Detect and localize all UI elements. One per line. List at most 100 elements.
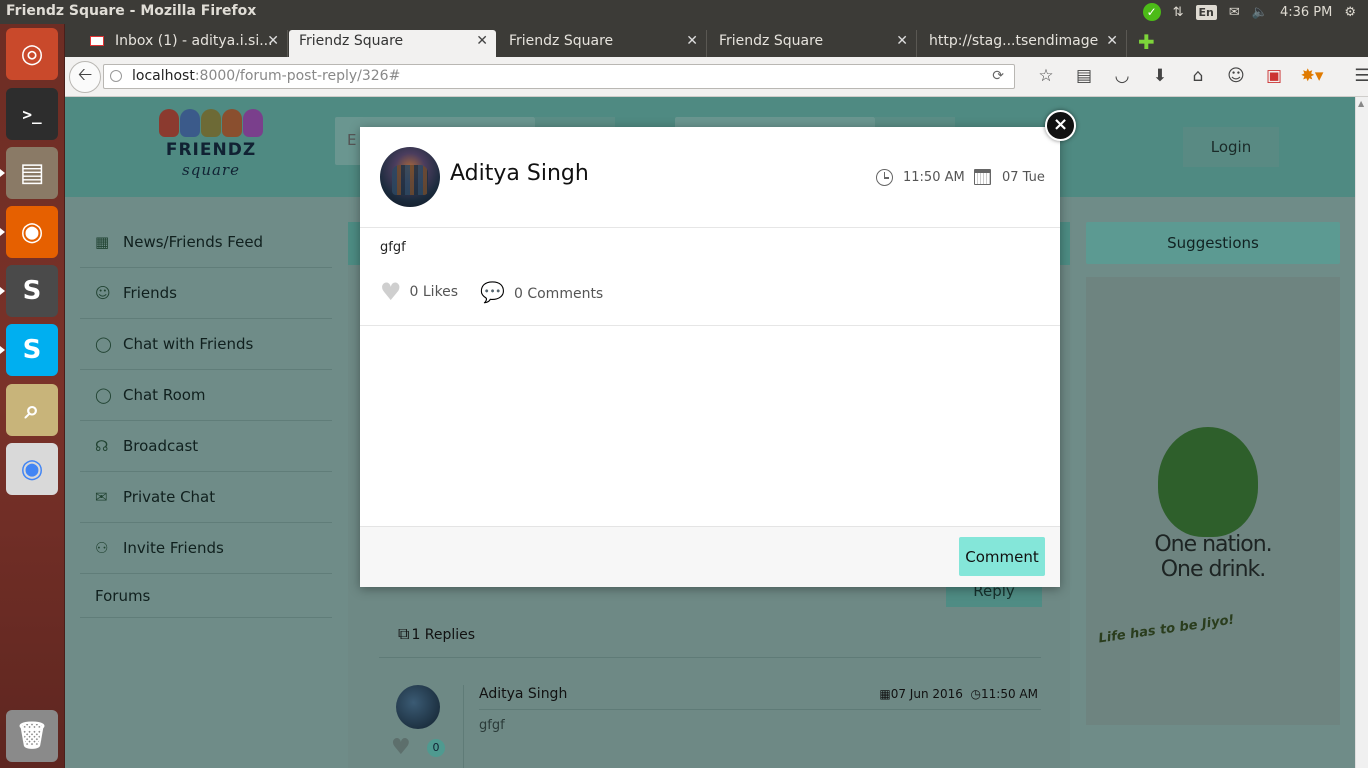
reply-like-heart-icon[interactable]: ♥ [391,735,411,760]
hamburger-menu-icon[interactable]: ☰ [1343,66,1368,86]
sidebar-item-label: News/Friends Feed [123,233,264,251]
skype-icon[interactable]: S [0,324,58,376]
tab-label: Friendz Square [719,33,824,49]
reply-author-avatar[interactable] [396,685,440,729]
advertisement[interactable]: One nation. One drink. Life has to be Jiy… [1086,277,1340,725]
ad-headline: One nation. One drink. [1154,532,1272,582]
comment-bubble-icon[interactable]: 💬 [480,282,505,302]
sidebar-item-friends[interactable]: ☺ Friends [80,268,332,319]
sidebar-item-chat-room[interactable]: ◯ Chat Room [80,370,332,421]
app-launcher: ◎ >_ ▤ ◉ S S ⌕ ◉ 🗑 [0,24,65,768]
close-tab-icon[interactable]: ✕ [476,30,488,52]
site-info-icon[interactable] [110,70,122,82]
tab-friendz-square-active[interactable]: Friendz Square ✕ [289,30,496,57]
close-modal-icon[interactable]: × [1045,110,1076,141]
sidebar-item-label: Forums [95,586,151,605]
chat-icon[interactable]: ☺ [1217,66,1255,86]
bookmark-star-icon[interactable]: ☆ [1027,66,1065,86]
reply-meta: ▦07 Jun 2016 ◷11:50 AM [879,687,1038,701]
modal-footer: Comment [360,526,1060,587]
post-stats: ♥ 0 Likes 💬 0 Comments [380,280,603,304]
pocket-icon[interactable]: ◡ [1103,66,1141,86]
new-tab-icon[interactable]: ✚ [1138,30,1155,54]
close-tab-icon[interactable]: ✕ [686,30,698,52]
broadcast-icon: ☊ [95,437,109,455]
ubuntu-dash-icon[interactable]: ◎ [6,28,58,80]
divider [379,657,1041,658]
firefox-icon[interactable]: ◉ [0,206,58,258]
calendar-icon [974,169,991,185]
extension-menu-icon[interactable]: ✸▾ [1293,66,1331,86]
suggestions-header: Suggestions [1086,222,1340,264]
logo-faces-icon [141,109,281,137]
tab-friendz-square[interactable]: Friendz Square ✕ [709,30,917,57]
addon-icon[interactable]: ▣ [1255,66,1293,86]
tab-label: http://stag...tsendimage [929,33,1099,49]
tab-label: Inbox (1) - aditya.i.si... [115,33,273,49]
close-tab-icon[interactable]: ✕ [267,30,279,52]
trash-icon[interactable]: 🗑 [6,710,58,762]
tab-inbox[interactable]: Inbox (1) - aditya.i.si... ✕ [80,30,288,57]
image-viewer-icon[interactable]: ⌕ [6,384,58,436]
scroll-up-icon[interactable]: ▲ [1358,99,1364,108]
clock-icon: ◷ [970,687,982,701]
modal-header: Aditya Singh 11:50 AM 07 Tue [360,127,1060,228]
likes-count[interactable]: 0 Likes [410,284,459,300]
close-tab-icon[interactable]: ✕ [1106,30,1118,52]
sidebar-item-news-feed[interactable]: ▦ News/Friends Feed [80,217,332,268]
sidebar-item-broadcast[interactable]: ☊ Broadcast [80,421,332,472]
home-icon[interactable]: ⌂ [1179,66,1217,86]
sidebar-item-private-chat[interactable]: ✉ Private Chat [80,472,332,523]
download-icon[interactable]: ⬇ [1141,66,1179,86]
running-indicator-icon [0,228,5,236]
files-icon[interactable]: ▤ [0,147,58,199]
nav-toolbar: 🡠 localhost:8000/forum-post-reply/326# ⟳… [65,57,1368,97]
sublime-text-icon[interactable]: S [0,265,58,317]
reply-author-name[interactable]: Aditya Singh [479,686,567,702]
volume-muted-icon[interactable]: 🔈 [1252,5,1268,20]
gmail-icon [90,36,104,46]
ad-tagline: Life has to be Jiyo! [1097,612,1236,647]
network-icon[interactable]: ⇅ [1173,5,1184,20]
coconut-drink-image [1158,427,1258,537]
replies-count: ⧉ 1 Replies [398,624,476,643]
tab-staging[interactable]: http://stag...tsendimage ✕ [919,30,1127,57]
window-title: Friendz Square - Mozilla Firefox [6,3,257,19]
mail-icon[interactable]: ✉ [1229,5,1240,20]
running-indicator-icon [0,169,5,177]
url-text[interactable]: localhost:8000/forum-post-reply/326# [132,65,400,88]
sidebar-item-label: Invite Friends [123,539,224,557]
reply-like-count: 0 [427,739,445,757]
comment-button[interactable]: Comment [959,537,1045,576]
post-date: 07 Tue [974,169,1045,185]
back-button[interactable]: 🡠 [69,61,101,93]
settings-gear-icon[interactable]: ⚙ [1344,5,1356,20]
sidebar-item-chat-with-friends[interactable]: ◯ Chat with Friends [80,319,332,370]
sidebar-item-forums[interactable]: Forums [80,574,332,618]
author-avatar[interactable] [380,147,440,207]
sync-status-icon[interactable]: ✓ [1142,3,1161,21]
invite-icon: ⚇ [95,539,109,557]
post-detail-modal: Aditya Singh 11:50 AM 07 Tue gfgf ♥ 0 Li… [360,127,1060,587]
sidebar-item-label: Private Chat [123,488,216,506]
reload-icon[interactable]: ⟳ [992,65,1004,88]
keyboard-layout-indicator[interactable]: En [1195,4,1217,20]
tab-friendz-square[interactable]: Friendz Square ✕ [499,30,707,57]
terminal-icon[interactable]: >_ [6,88,58,140]
page-scrollbar[interactable]: ▲ [1355,97,1368,768]
sidebar-item-invite-friends[interactable]: ⚇ Invite Friends [80,523,332,574]
url-bar[interactable]: localhost:8000/forum-post-reply/326# ⟳ [103,64,1015,89]
post-body: gfgf [380,240,406,255]
login-button[interactable]: Login [1183,127,1279,167]
comment-textarea[interactable] [360,326,1060,521]
site-logo[interactable]: FRIENDZ square [141,109,281,189]
author-name[interactable]: Aditya Singh [450,161,589,186]
close-tab-icon[interactable]: ✕ [896,30,908,52]
running-indicator-icon [0,346,5,354]
like-heart-icon[interactable]: ♥ [380,280,402,304]
comments-count[interactable]: 0 Comments [514,286,603,302]
sidebar-item-label: Friends [123,284,177,302]
reading-list-icon[interactable]: ▤ [1065,66,1103,86]
clock[interactable]: 4:36 PM [1280,5,1332,20]
chrome-icon[interactable]: ◉ [6,443,58,495]
